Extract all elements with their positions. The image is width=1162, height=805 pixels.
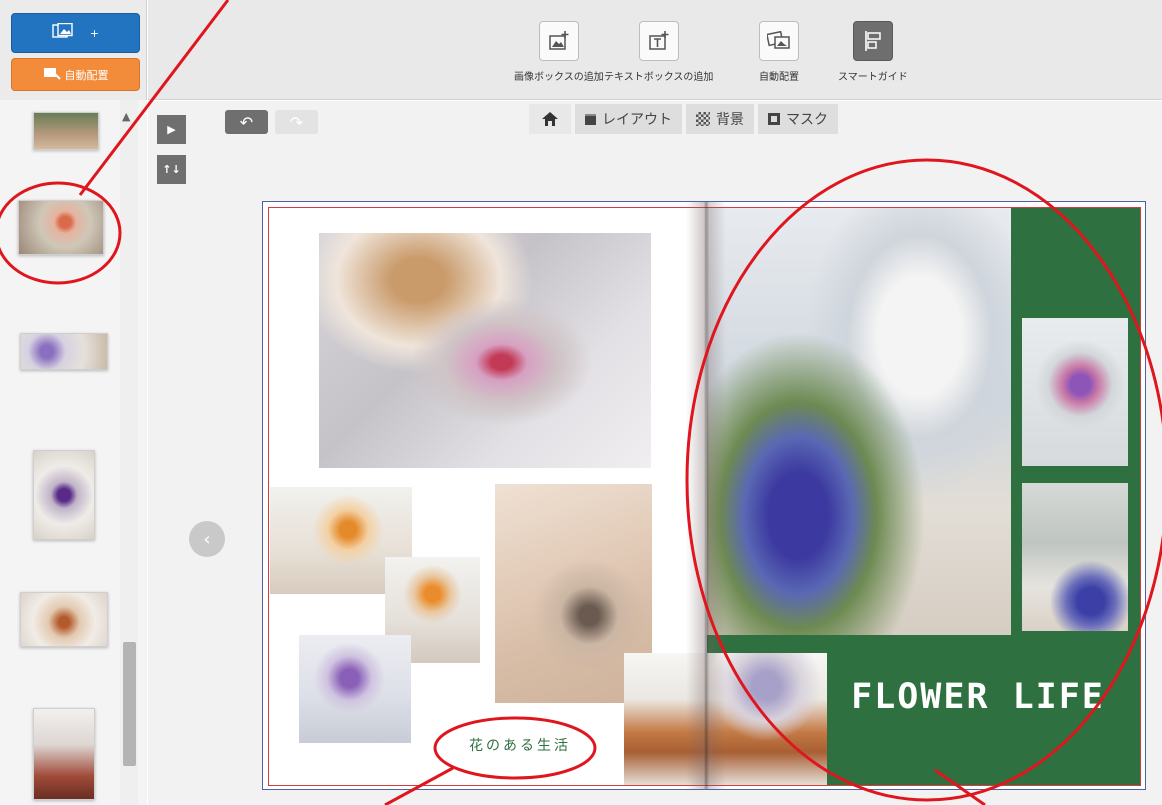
tab-mask-label: マスク	[786, 112, 828, 128]
tab-background-label: 背景	[716, 112, 744, 128]
layout-icon	[585, 113, 596, 125]
sort-button[interactable]: ↑↓	[157, 155, 186, 184]
preview-button[interactable]: ▶	[157, 115, 186, 144]
thumbnail-item[interactable]	[33, 112, 99, 150]
page-subtitle[interactable]: 花のある生活	[440, 735, 600, 755]
tool-label: スマートガイド	[838, 72, 908, 83]
chevron-left-icon: ‹	[203, 528, 211, 550]
tool-label: テキストボックスの追加	[604, 72, 714, 83]
add-image-icon	[538, 21, 579, 61]
tab-mask[interactable]: マスク	[758, 104, 838, 134]
previous-page-button[interactable]: ‹	[189, 521, 225, 557]
scroll-up-icon[interactable]: ▲	[122, 110, 130, 123]
tool-label: 自動配置	[759, 72, 799, 83]
undo-button[interactable]: ↶	[225, 110, 268, 134]
add-image-box-button[interactable]: 画像ボックスの追加	[514, 21, 604, 83]
sort-icon: ↑↓	[162, 163, 181, 176]
sidebar-scroll-thumb[interactable]	[123, 642, 136, 766]
auto-layout-icon	[43, 67, 61, 83]
spread-gutter	[686, 202, 726, 789]
auto-layout-button[interactable]: 自動配置	[11, 58, 140, 91]
add-photos-button[interactable]: +	[11, 13, 140, 53]
background-icon	[696, 112, 710, 126]
auto-layout-label: 自動配置	[64, 68, 109, 82]
redo-button[interactable]: ↷	[275, 110, 318, 134]
smart-guide-button[interactable]: スマートガイド	[838, 21, 908, 83]
add-text-box-button[interactable]: テキストボックスの追加	[604, 21, 713, 83]
mask-icon	[768, 113, 780, 125]
thumbnail-item[interactable]	[20, 592, 108, 647]
tab-layout[interactable]: レイアウト	[575, 104, 682, 134]
home-icon	[542, 112, 558, 126]
add-text-icon	[638, 21, 679, 61]
tab-layout-label: レイアウト	[602, 112, 672, 128]
thumbnail-item[interactable]	[18, 200, 104, 255]
add-photos-label: +	[89, 26, 100, 40]
tab-background[interactable]: 背景	[686, 104, 754, 134]
thumbnail-item[interactable]	[33, 450, 95, 540]
undo-icon: ↶	[239, 112, 254, 132]
thumbnail-item[interactable]	[20, 333, 108, 370]
thumbnail-item[interactable]	[33, 708, 95, 800]
auto-layout-tool-button[interactable]: 自動配置	[759, 21, 799, 83]
smart-guide-icon	[852, 21, 893, 61]
photos-icon	[52, 22, 86, 44]
tab-home[interactable]	[529, 104, 571, 134]
tool-label: 画像ボックスの追加	[514, 72, 604, 83]
edit-tabs: レイアウト 背景 マスク	[529, 104, 838, 134]
auto-layout-icon	[759, 21, 799, 61]
redo-icon: ↷	[289, 112, 304, 132]
page-title[interactable]: FLOWER LIFE	[828, 655, 1128, 739]
play-icon: ▶	[167, 123, 176, 136]
